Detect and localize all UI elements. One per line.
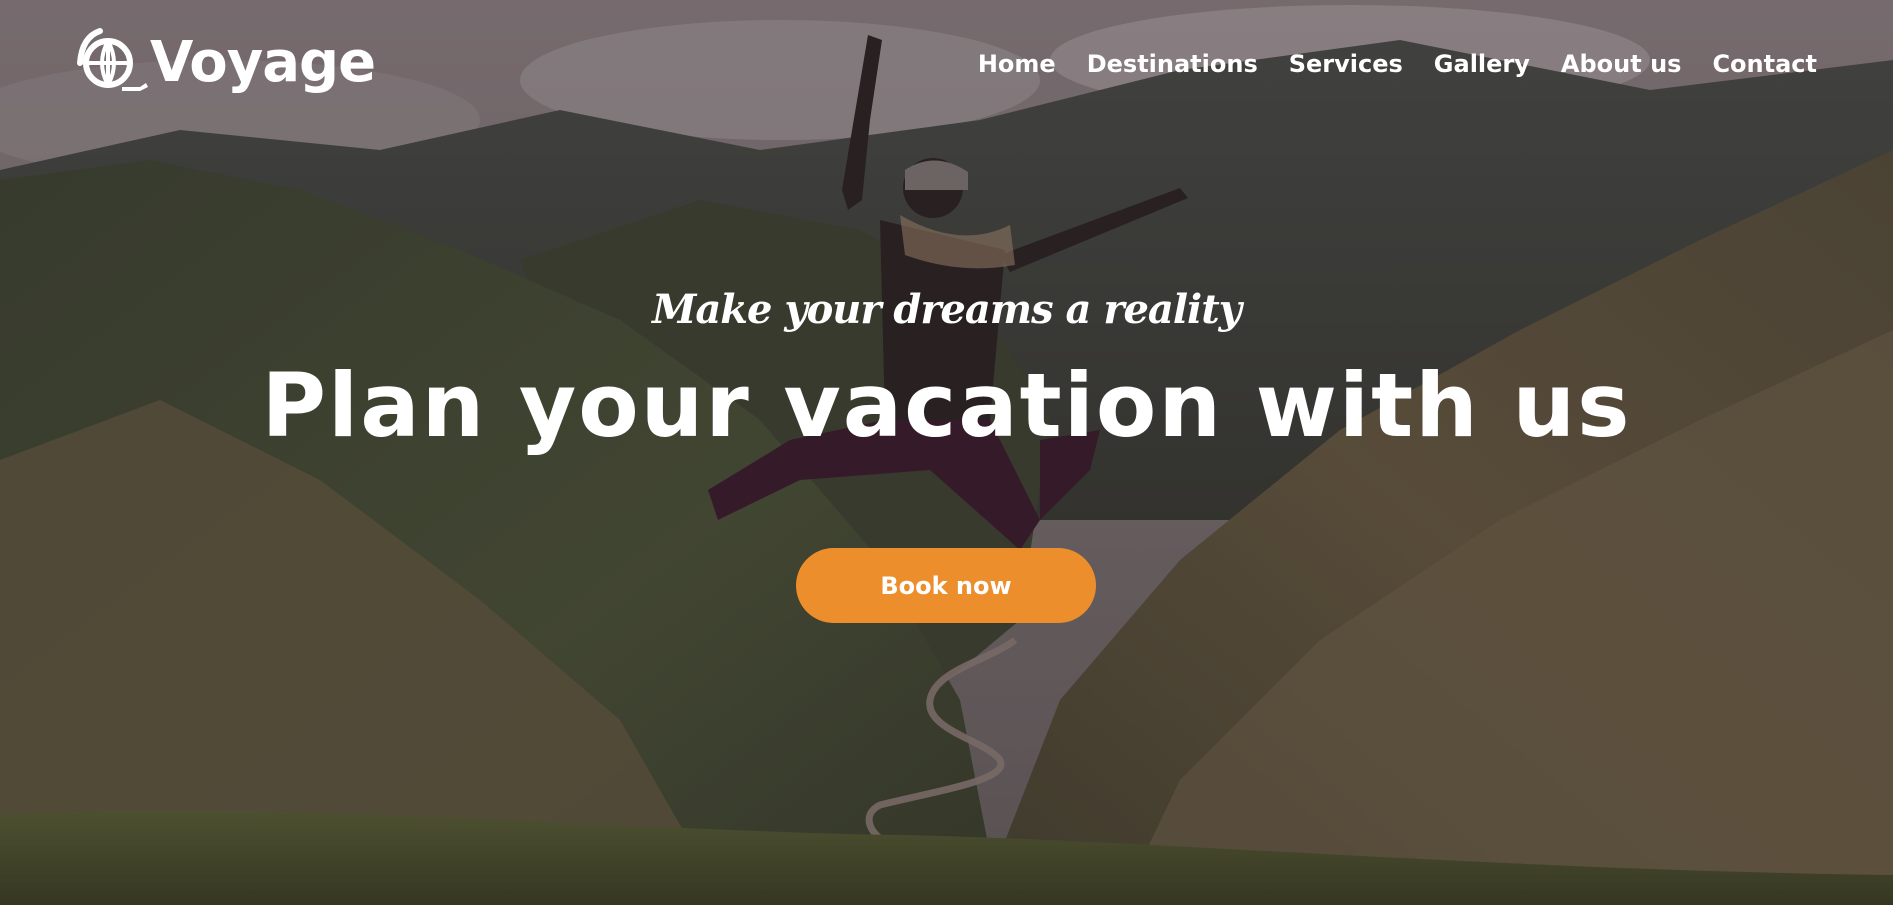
hero-tagline: Make your dreams a reality (652, 286, 1242, 333)
globe-with-plane-icon (77, 28, 148, 91)
book-now-button[interactable]: Book now (796, 548, 1096, 623)
hero-headline: Plan your vacation with us (261, 354, 1632, 457)
nav-item-contact[interactable]: Contact (1712, 50, 1817, 79)
brand-name: Voyage (150, 30, 376, 95)
nav-item-services[interactable]: Services (1289, 50, 1403, 79)
hero-section: Voyage Home Destinations Services Galler… (0, 0, 1893, 905)
nav-item-about-us[interactable]: About us (1561, 50, 1682, 79)
nav-item-gallery[interactable]: Gallery (1434, 50, 1530, 79)
main-navigation: Home Destinations Services Gallery About… (978, 50, 1817, 79)
nav-item-home[interactable]: Home (978, 50, 1056, 79)
brand-logo-link[interactable]: Voyage (74, 28, 376, 104)
nav-item-destinations[interactable]: Destinations (1087, 50, 1258, 79)
